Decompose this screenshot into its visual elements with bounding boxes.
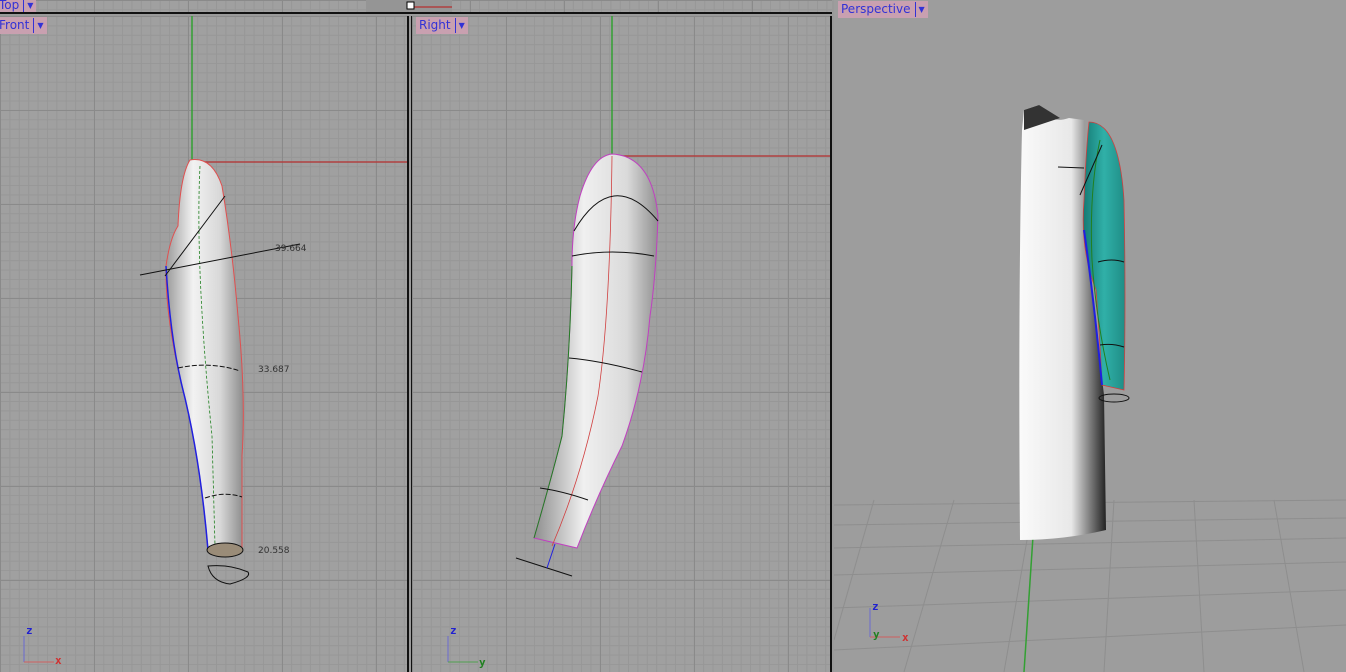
object-grip-icon (406, 1, 415, 10)
front-view-canvas: 39.664 33.687 20.558 z x (23, 16, 407, 667)
right-view-canvas: z y (447, 16, 830, 669)
y-axis-label: y (873, 628, 880, 641)
z-axis-label: z (450, 624, 457, 637)
z-axis-label: z (872, 600, 879, 613)
x-axis-label: x (902, 631, 909, 644)
viewport-perspective[interactable]: Perspective ▼ z y x (834, 0, 1346, 672)
axis-gizmo: z y (447, 624, 486, 669)
dimension-label: 39.664 (275, 244, 307, 254)
viewport-front[interactable]: Front ▼ 39.664 33.687 20.558 z x (0, 16, 409, 672)
y-axis-label: y (479, 656, 486, 669)
dimension-label: 33.687 (258, 365, 290, 375)
axis-gizmo: z y x (869, 600, 909, 644)
x-axis-label: x (55, 654, 62, 667)
dimension-label: 20.558 (258, 546, 290, 556)
z-axis-label: z (26, 624, 33, 637)
arm-surface (165, 159, 244, 551)
axis-gizmo: z x (23, 624, 62, 667)
arm-surface (533, 153, 659, 549)
viewport-top[interactable]: Top ▼ (0, 0, 832, 14)
top-view-canvas (366, 0, 452, 12)
perspective-view-canvas: z y x (834, 105, 1346, 672)
viewport-right[interactable]: Right ▼ z y (411, 16, 832, 672)
